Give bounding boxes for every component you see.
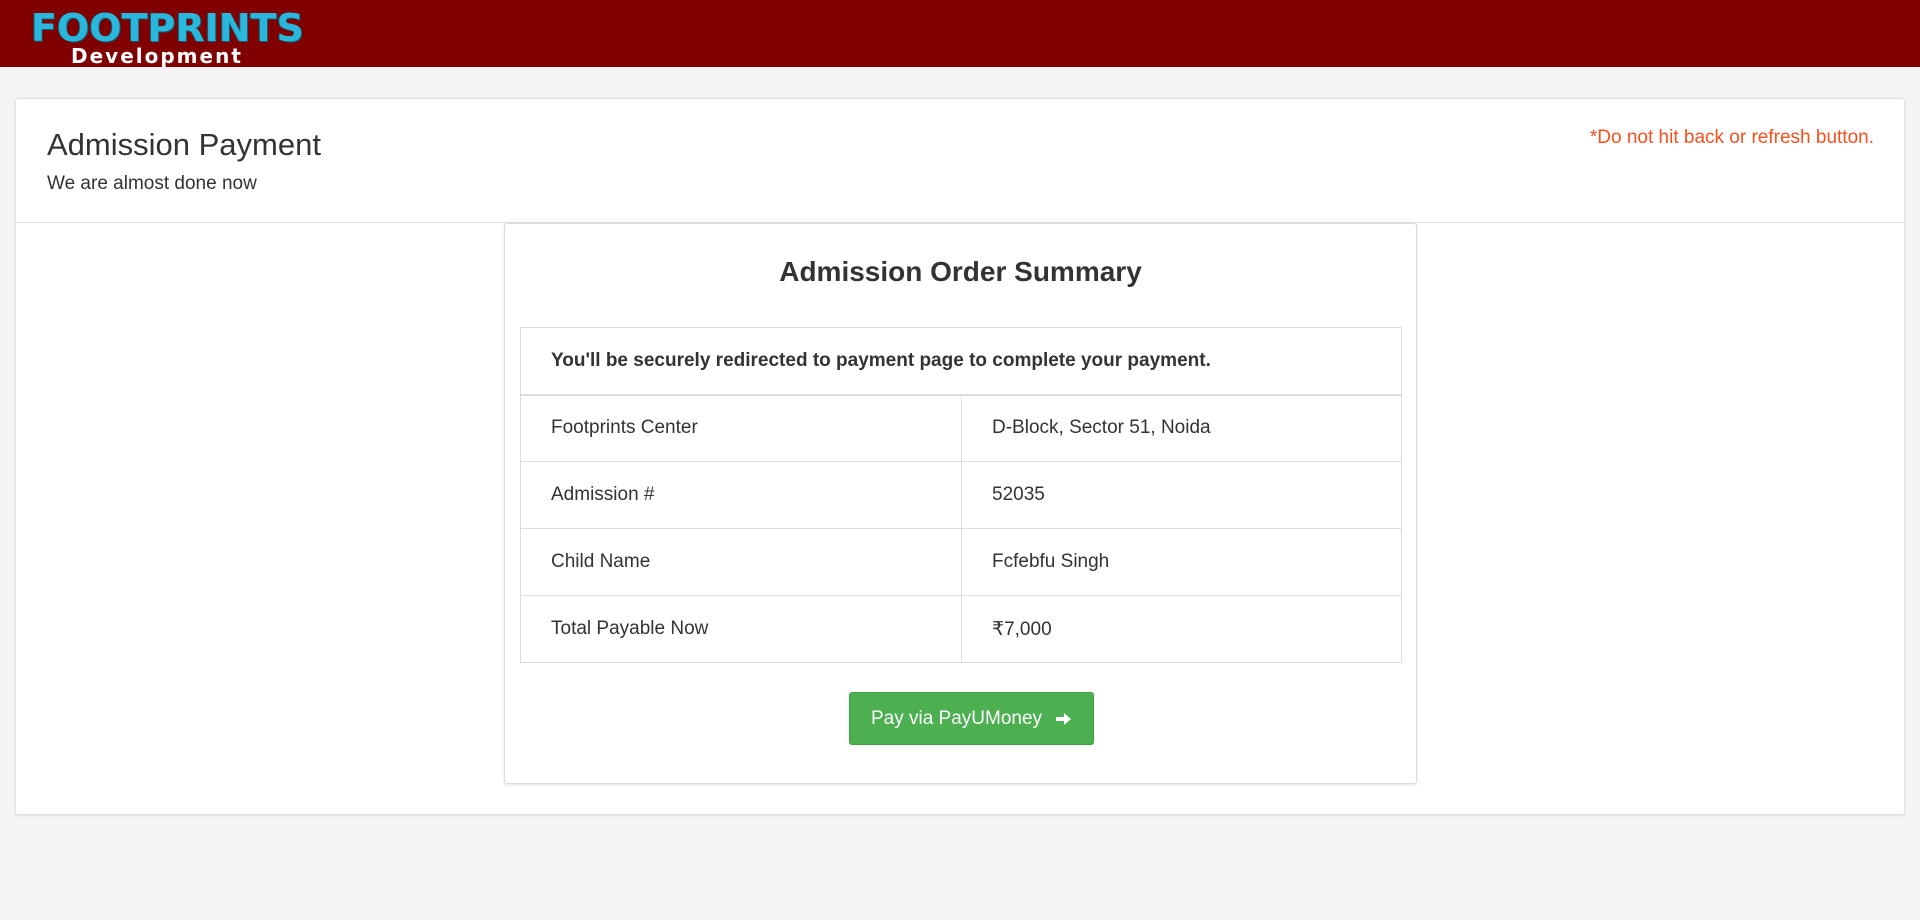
table-row: Child Name Fcfebfu Singh (520, 528, 1402, 596)
pay-button-label: Pay via PayUMoney (870, 707, 1043, 729)
row-value: D-Block, Sector 51, Noida (961, 394, 1402, 462)
row-label: Footprints Center (520, 394, 962, 462)
order-summary-card: Admission Order Summary You'll be secure… (504, 223, 1417, 784)
row-value: 52035 (961, 461, 1402, 529)
row-value: ₹7,000 (961, 595, 1402, 663)
summary-table: You'll be securely redirected to payment… (520, 327, 1402, 663)
top-bar: FOOTPRINTS Development (0, 0, 1920, 68)
pay-via-payumoney-button[interactable]: Pay via PayUMoney (849, 692, 1094, 745)
footprints-logo[interactable]: FOOTPRINTS Development (31, 6, 304, 68)
row-label: Child Name (520, 528, 962, 596)
table-header-row: You'll be securely redirected to payment… (520, 327, 1402, 396)
table-row: Admission # 52035 (520, 461, 1402, 529)
table-row: Footprints Center D-Block, Sector 51, No… (520, 394, 1402, 462)
panel-header: Admission Payment We are almost done now… (16, 99, 1904, 223)
table-row: Total Payable Now ₹7,000 (520, 595, 1402, 663)
page-subtitle: We are almost done now (47, 173, 257, 194)
logo-title: FOOTPRINTS (31, 6, 304, 50)
row-label: Total Payable Now (520, 595, 962, 663)
arrow-right-icon (1056, 712, 1072, 725)
page-title: Admission Payment (47, 127, 321, 162)
refresh-warning: *Do not hit back or refresh button. (1589, 127, 1874, 148)
payment-panel: Admission Payment We are almost done now… (15, 98, 1905, 815)
redirect-notice: You'll be securely redirected to payment… (520, 327, 1402, 396)
logo-subtitle: Development (71, 44, 243, 68)
row-label: Admission # (520, 461, 962, 529)
row-value: Fcfebfu Singh (961, 528, 1402, 596)
summary-title: Admission Order Summary (779, 256, 1142, 287)
